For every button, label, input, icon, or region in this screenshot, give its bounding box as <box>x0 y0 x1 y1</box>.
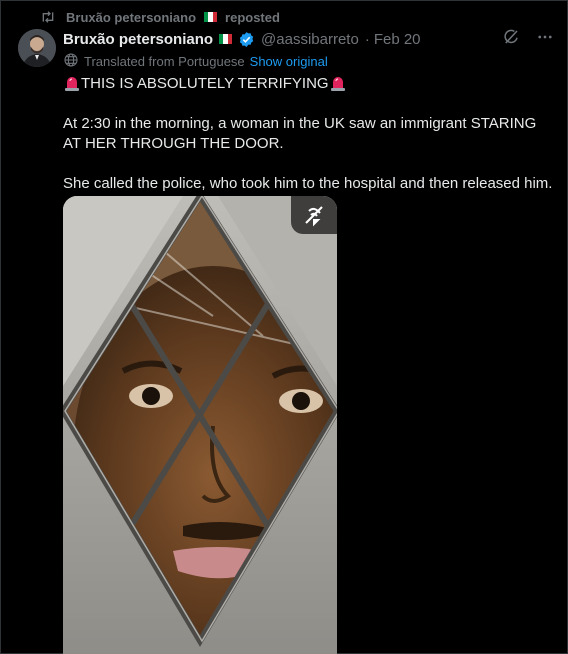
italy-flag-icon <box>204 12 218 22</box>
police-light-icon <box>330 75 346 91</box>
headline-line: THIS IS ABSOLUTELY TERRIFYING <box>63 74 553 94</box>
repost-icon <box>40 10 56 24</box>
mute-toggle[interactable] <box>291 196 337 234</box>
dot-separator: · <box>364 30 370 48</box>
repost-context: Bruxão petersoniano reposted <box>40 8 280 26</box>
translation-notice: Translated from Portuguese Show original <box>63 52 328 70</box>
more-icon[interactable] <box>536 28 554 50</box>
avatar[interactable] <box>18 29 56 67</box>
post-header: Bruxão petersoniano @aassibarreto · Feb … <box>63 28 554 50</box>
post-video[interactable] <box>63 196 337 654</box>
video-frame-image <box>63 196 337 654</box>
repost-suffix: reposted <box>225 9 280 25</box>
show-original-link[interactable]: Show original <box>250 54 328 69</box>
post-text: THIS IS ABSOLUTELY TERRIFYING At 2:30 in… <box>63 74 553 194</box>
headline-text: THIS IS ABSOLUTELY TERRIFYING <box>81 75 329 92</box>
police-light-icon <box>64 75 80 91</box>
translated-label: Translated from Portuguese <box>84 53 245 69</box>
post-date[interactable]: Feb 20 <box>374 31 421 48</box>
author-handle[interactable]: @aassibarreto <box>261 31 359 48</box>
verified-badge-icon[interactable] <box>238 31 255 48</box>
repost-user-name[interactable]: Bruxão petersoniano <box>66 10 196 25</box>
author-name[interactable]: Bruxão petersoniano <box>63 31 213 48</box>
paragraph-2: She called the police, who took him to t… <box>63 175 553 192</box>
italy-flag-icon <box>219 34 233 44</box>
paragraph-1: At 2:30 in the morning, a woman in the U… <box>63 115 537 152</box>
grok-icon[interactable] <box>502 28 520 50</box>
globe-icon <box>63 52 79 71</box>
no-sound-icon <box>302 203 326 227</box>
